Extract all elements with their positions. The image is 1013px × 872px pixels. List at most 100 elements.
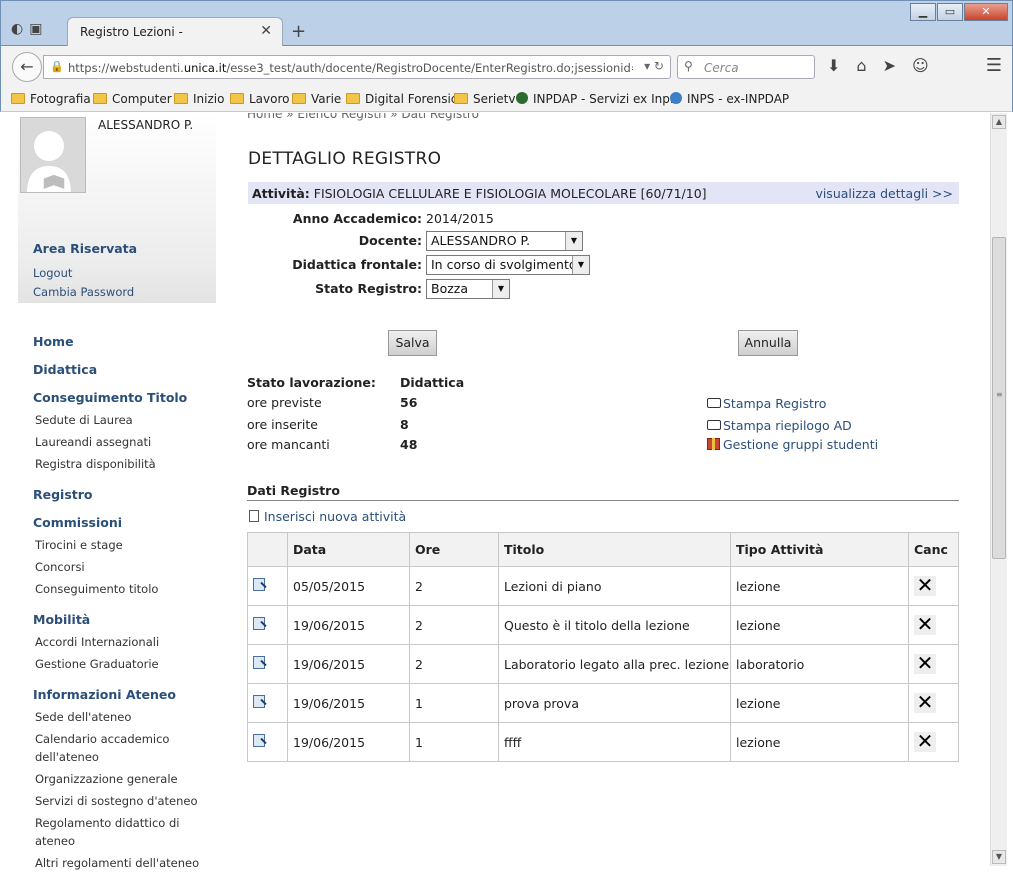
cell-tipo: lezione [730, 722, 909, 762]
nav-sedute-laurea[interactable]: Sedute di Laurea [35, 411, 133, 429]
bookmark-computer[interactable]: Computer [93, 92, 172, 106]
didattica-row: Didattica frontale: [248, 257, 422, 275]
nav-registro[interactable]: Registro [33, 487, 93, 502]
bookmarks-bar: Fotografia Computer Inizio Lavoro Varie … [0, 88, 1013, 112]
lock-icon: 🔒 [50, 60, 64, 73]
nav-didattica[interactable]: Didattica [33, 362, 97, 377]
toolbar-icons[interactable]: ⬇⌂➤☺ [827, 56, 945, 75]
bookmark-inps[interactable]: INPS - ex-INPDAP [670, 92, 789, 106]
didattica-select[interactable]: In corso di svolgimento ▼ [426, 255, 590, 275]
nav-organizzazione[interactable]: Organizzazione generale [35, 770, 178, 788]
stampa-riepilogo-link[interactable]: Stampa riepilogo AD [707, 418, 852, 433]
user-silhouette-icon [27, 131, 71, 192]
logout-link[interactable]: Logout [33, 266, 72, 280]
group-icon [707, 438, 720, 450]
nav-registra-disponibilita[interactable]: Registra disponibilità [35, 455, 156, 473]
nav-altri-regolamenti[interactable]: Altri regolamenti dell'ateneo [35, 854, 199, 872]
address-bar[interactable]: 🔒 https://webstudenti.unica.it/esse3_tes… [43, 55, 671, 79]
tab-close-icon[interactable]: ✕ [260, 23, 272, 39]
insert-activity-link[interactable]: Inserisci nuova attività [249, 509, 406, 524]
cell-ore: 2 [409, 644, 499, 684]
close-window-button[interactable]: ✕ [964, 3, 1008, 21]
col-titolo[interactable]: Titolo [498, 532, 731, 567]
cell-titolo: ffff [498, 722, 731, 762]
bookmark-inizio[interactable]: Inizio [174, 92, 224, 106]
bookmark-fotografia[interactable]: Fotografia [11, 92, 91, 106]
bookmark-lavoro[interactable]: Lavoro [230, 92, 290, 106]
view-details-link[interactable]: visualizza dettagli >> [815, 186, 953, 201]
search-input[interactable]: ⚲ Cerca [677, 55, 815, 79]
cancel-button[interactable]: Annulla [738, 330, 798, 356]
delete-icon[interactable]: ✕ [914, 614, 936, 635]
minimize-button[interactable]: ▁ [910, 3, 936, 21]
bookmark-inpdap[interactable]: INPDAP - Servizi ex Inp... [516, 92, 681, 106]
nav-conseguimento-titolo-sub[interactable]: Conseguimento titolo [35, 580, 158, 598]
change-password-link[interactable]: Cambia Password [33, 285, 134, 299]
delete-cell: ✕ [908, 683, 959, 723]
docente-select[interactable]: ALESSANDRO P. ▼ [426, 231, 583, 251]
folder-icon [11, 93, 25, 104]
col-edit [247, 532, 288, 567]
grip-icon: ≡ [996, 390, 1003, 399]
tab-group-icons[interactable]: ◐▣ [11, 21, 48, 37]
nav-graduatorie[interactable]: Gestione Graduatorie [35, 655, 159, 673]
stato-select[interactable]: Bozza ▼ [426, 279, 510, 299]
table-row: 19/06/2015 1 ffff lezione ✕ [247, 722, 959, 762]
edit-icon[interactable] [253, 578, 265, 591]
table-row: 19/06/2015 1 prova prova lezione ✕ [247, 683, 959, 723]
scrollbar-thumb[interactable]: ≡ [992, 237, 1006, 559]
nav-laureandi[interactable]: Laureandi assegnati [35, 433, 151, 451]
navigation-toolbar: ← 🔒 https://webstudenti.unica.it/esse3_t… [0, 46, 1013, 88]
bookmark-digital-forensic[interactable]: Digital Forensic [346, 92, 457, 106]
anno-row: Anno Accademico: [248, 211, 422, 229]
nav-regolamento[interactable]: Regolamento didattico di ateneo [35, 814, 179, 850]
new-tab-icon[interactable]: + [291, 21, 306, 42]
col-tipo[interactable]: Tipo Attività [730, 532, 909, 567]
url-text: https://webstudenti.unica.it/esse3_test/… [68, 61, 633, 75]
page-title: DETTAGLIO REGISTRO [248, 149, 442, 169]
nav-tirocini[interactable]: Tirocini e stage [35, 536, 123, 554]
breadcrumb[interactable]: Home » Elenco Registri » Dati Registro [247, 113, 479, 121]
nav-mobilita[interactable]: Mobilità [33, 612, 90, 627]
delete-icon[interactable]: ✕ [914, 692, 936, 713]
nav-informazioni-ateneo[interactable]: Informazioni Ateneo [33, 687, 176, 702]
cell-titolo: Questo è il titolo della lezione [498, 605, 731, 645]
gestione-gruppi-link[interactable]: Gestione gruppi studenti [707, 437, 878, 452]
anno-label: Anno Accademico: [292, 211, 422, 226]
stampa-registro-link[interactable]: Stampa Registro [707, 396, 826, 411]
browser-tab[interactable]: Registro Lezioni - ✕ [67, 17, 283, 47]
bookmark-serietv[interactable]: Serietv [454, 92, 515, 106]
back-button[interactable]: ← [12, 52, 42, 82]
delete-icon[interactable]: ✕ [914, 575, 936, 596]
reload-icon[interactable]: ▾ ↻ [644, 59, 664, 73]
col-ore[interactable]: Ore [409, 532, 499, 567]
scroll-up-icon[interactable]: ▲ [992, 115, 1006, 129]
cell-ore: 1 [409, 683, 499, 723]
scroll-down-icon[interactable]: ▼ [992, 850, 1006, 864]
printer-icon [707, 420, 721, 430]
edit-icon[interactable] [253, 656, 265, 669]
bookmark-varie[interactable]: Varie [292, 92, 341, 106]
nav-sede[interactable]: Sede dell'ateneo [35, 708, 131, 726]
menu-icon[interactable]: ☰ [986, 55, 1002, 76]
edit-icon[interactable] [253, 617, 265, 630]
nav-accordi[interactable]: Accordi Internazionali [35, 633, 159, 651]
lessons-table: Data Ore Titolo Tipo Attività Canc 05/05… [247, 532, 959, 762]
nav-concorsi[interactable]: Concorsi [35, 558, 85, 576]
nav-calendario[interactable]: Calendario accademico dell'ateneo [35, 730, 169, 766]
cell-tipo: lezione [730, 683, 909, 723]
nav-home[interactable]: Home [33, 334, 74, 349]
nav-conseguimento-titolo[interactable]: Conseguimento Titolo [33, 390, 187, 405]
cell-ore: 1 [409, 722, 499, 762]
delete-icon[interactable]: ✕ [914, 731, 936, 752]
edit-icon[interactable] [253, 695, 265, 708]
delete-icon[interactable]: ✕ [914, 653, 936, 674]
vertical-scrollbar[interactable]: ▲ ≡ ▼ [990, 113, 1007, 866]
edit-icon[interactable] [253, 734, 265, 747]
nav-commissioni[interactable]: Commissioni [33, 515, 122, 530]
maximize-button[interactable]: ▭ [937, 3, 963, 21]
inps-icon [670, 92, 682, 104]
nav-servizi[interactable]: Servizi di sostegno d'ateneo [35, 792, 198, 810]
col-data[interactable]: Data [287, 532, 410, 567]
save-button[interactable]: Salva [388, 330, 437, 356]
